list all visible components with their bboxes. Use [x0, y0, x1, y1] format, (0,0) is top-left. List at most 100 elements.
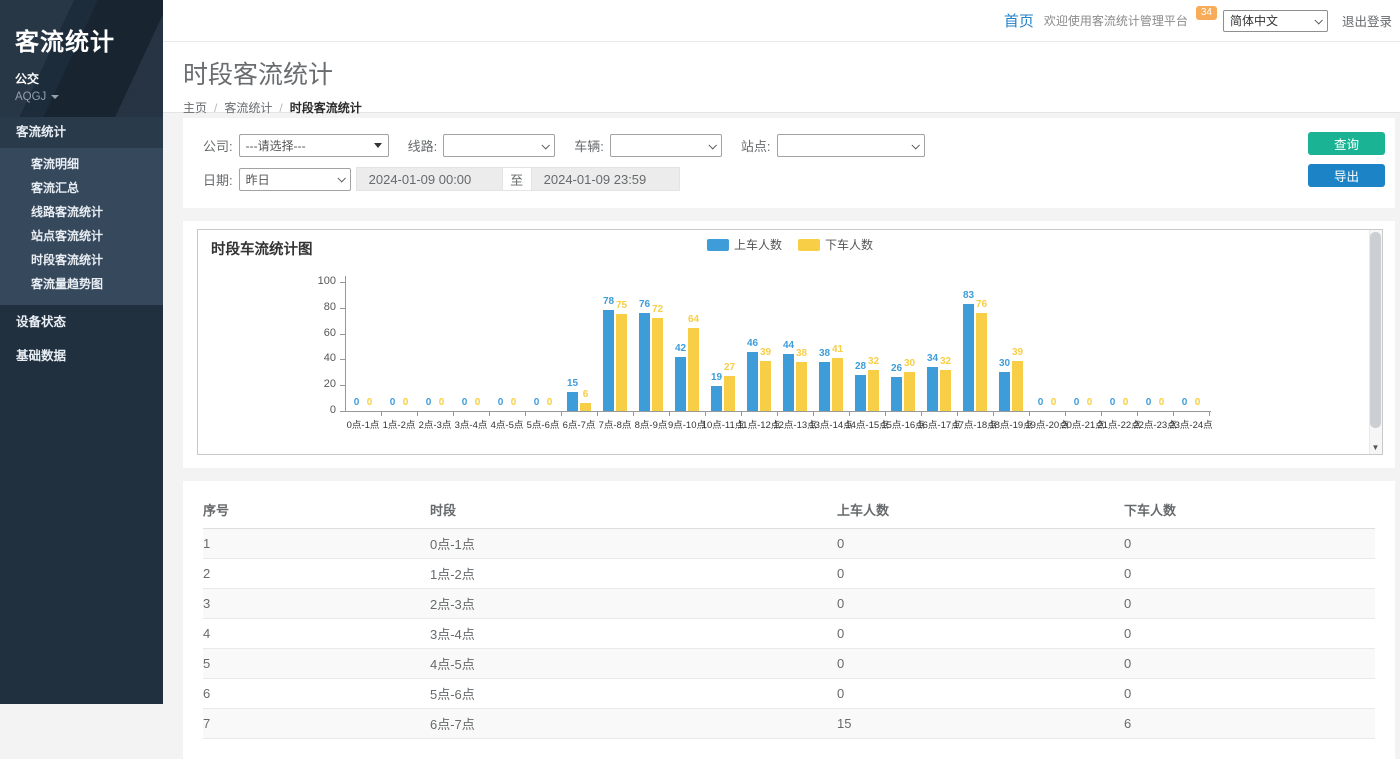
y-tick-label: 0	[300, 404, 336, 416]
filter-panel: 公司: ---请选择--- 线路: 车辆:	[183, 118, 1395, 208]
bar-boarding	[855, 375, 866, 411]
bar-boarding	[603, 310, 614, 411]
bar-alighting	[580, 403, 591, 411]
date-preset-select[interactable]: 昨日	[239, 168, 351, 191]
x-axis-line	[345, 411, 1211, 412]
table-row: 3 2点-3点 0 0	[203, 589, 1375, 619]
bar-value-label: 38	[789, 348, 814, 359]
legend-item-boarding: 上车人数	[707, 236, 782, 253]
chevron-down-icon	[337, 174, 345, 182]
x-tick	[669, 412, 670, 416]
chart-scrollbar-thumb[interactable]	[1370, 232, 1381, 428]
cell-boarding: 0	[837, 679, 1124, 709]
bar-value-label: 64	[681, 314, 706, 325]
home-link[interactable]: 首页	[1004, 10, 1034, 31]
x-tick	[561, 412, 562, 416]
sidebar: 客流统计 公交 AQGJ 客流统计 客流明细 客流汇总 线路客流统计 站点客流统…	[0, 0, 163, 704]
account-name: AQGJ	[15, 91, 46, 103]
sidebar-item-station-stats[interactable]: 站点客流统计	[0, 224, 163, 248]
x-tick	[741, 412, 742, 416]
x-tick	[381, 412, 382, 416]
language-select[interactable]: 简体中文	[1223, 10, 1328, 32]
bar-alighting	[940, 370, 951, 411]
legend-label-alighting: 下车人数	[825, 236, 873, 253]
y-tick-label: 20	[300, 378, 336, 390]
sidebar-item-passenger-detail[interactable]: 客流明细	[0, 152, 163, 176]
chart-scrollbar[interactable]: ▼	[1369, 230, 1382, 454]
sidebar-item-passenger-stats[interactable]: 客流统计	[0, 117, 163, 148]
bar-alighting	[760, 361, 771, 411]
x-tick	[525, 412, 526, 416]
col-header-index: 序号	[203, 491, 430, 529]
date-label: 日期:	[203, 170, 233, 189]
cell-boarding: 0	[837, 529, 1124, 559]
sidebar-item-trend-chart[interactable]: 客流量趋势图	[0, 272, 163, 296]
line-select[interactable]	[443, 134, 555, 157]
y-tick	[340, 385, 345, 386]
station-select[interactable]	[777, 134, 925, 157]
sidebar-item-device-status[interactable]: 设备状态	[0, 305, 163, 339]
vehicle-label: 车辆:	[574, 136, 604, 155]
x-tick	[633, 412, 634, 416]
sidebar-item-line-stats[interactable]: 线路客流统计	[0, 200, 163, 224]
cell-alighting: 0	[1124, 679, 1375, 709]
table-row: 6 5点-6点 0 0	[203, 679, 1375, 709]
bar-boarding	[675, 357, 686, 411]
y-tick-label: 40	[300, 352, 336, 364]
vehicle-select[interactable]	[610, 134, 722, 157]
bar-value-label: 39	[753, 347, 778, 358]
bar-alighting	[652, 318, 663, 411]
date-from-input[interactable]: 2024-01-09 00:00	[356, 167, 503, 191]
cell-index: 6	[203, 679, 430, 709]
date-to-label: 至	[503, 167, 531, 191]
bar-value-label: 76	[969, 299, 994, 310]
x-tick	[1173, 412, 1174, 416]
bar-value-label: 0	[357, 397, 382, 408]
cell-alighting: 0	[1124, 649, 1375, 679]
company-select[interactable]: ---请选择---	[239, 134, 389, 157]
x-tick	[993, 412, 994, 416]
app-title: 客流统计	[15, 22, 163, 57]
sidebar-item-passenger-summary[interactable]: 客流汇总	[0, 176, 163, 200]
chart-legend: 上车人数 下车人数	[707, 236, 873, 253]
x-tick	[885, 412, 886, 416]
cell-alighting: 6	[1124, 709, 1375, 739]
cell-alighting: 0	[1124, 619, 1375, 649]
cell-period: 0点-1点	[430, 529, 837, 559]
main-area: 首页 欢迎使用客流统计管理平台 34 简体中文 退出登录 时段客流统计 主页 /…	[163, 0, 1400, 704]
breadcrumb-home[interactable]: 主页	[183, 99, 207, 116]
caret-down-icon	[51, 95, 59, 99]
bar-value-label: 0	[393, 397, 418, 408]
bar-value-label: 41	[825, 344, 850, 355]
bar-boarding	[747, 352, 758, 411]
company-label: 公司:	[203, 136, 233, 155]
breadcrumb-separator: /	[214, 101, 217, 115]
scroll-down-icon[interactable]: ▼	[1370, 443, 1381, 452]
bar-alighting	[832, 358, 843, 411]
company-select-value: ---请选择---	[246, 137, 306, 154]
col-header-boarding: 上车人数	[837, 491, 1124, 529]
logout-link[interactable]: 退出登录	[1342, 11, 1392, 30]
sidebar-item-base-data[interactable]: 基础数据	[0, 339, 163, 373]
export-button[interactable]: 导出	[1308, 164, 1385, 187]
breadcrumb-passenger-stats[interactable]: 客流统计	[224, 99, 272, 116]
query-button[interactable]: 查询	[1308, 132, 1385, 155]
x-tick	[489, 412, 490, 416]
x-tick	[1137, 412, 1138, 416]
x-tick	[777, 412, 778, 416]
sidebar-item-period-stats[interactable]: 时段客流统计	[0, 248, 163, 272]
table-panel: 序号 时段 上车人数 下车人数 1 0点-1点 0 0 2	[183, 481, 1395, 759]
bar-alighting	[976, 313, 987, 411]
chevron-down-icon	[1314, 16, 1322, 24]
cell-alighting: 0	[1124, 529, 1375, 559]
x-tick	[921, 412, 922, 416]
x-tick	[417, 412, 418, 416]
bar-boarding	[819, 362, 830, 411]
x-tick	[1209, 412, 1210, 416]
table-row: 7 6点-7点 15 6	[203, 709, 1375, 739]
bar-value-label: 0	[1077, 397, 1102, 408]
account-dropdown[interactable]: AQGJ	[15, 91, 163, 103]
date-to-input[interactable]: 2024-01-09 23:59	[531, 167, 680, 191]
bar-boarding	[783, 354, 794, 411]
chevron-down-icon	[911, 141, 919, 149]
